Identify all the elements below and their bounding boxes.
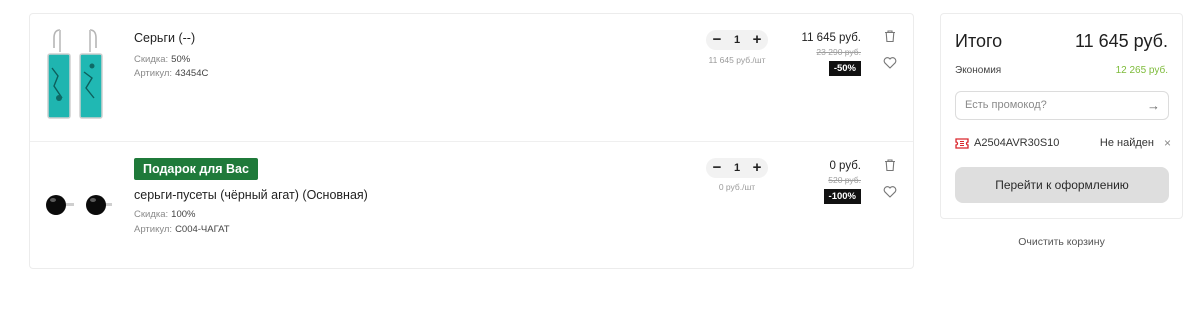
close-icon[interactable]: × bbox=[1164, 136, 1171, 150]
savings-label: Экономия bbox=[955, 65, 1002, 76]
old-price: 23 290 руб. bbox=[816, 47, 861, 57]
increase-button[interactable]: + bbox=[751, 160, 763, 175]
summary-total: 11 645 руб. bbox=[1074, 31, 1168, 51]
increase-button[interactable]: + bbox=[751, 32, 763, 47]
current-price: 0 руб. bbox=[829, 160, 861, 172]
discount-label: Скидка: bbox=[134, 54, 169, 65]
ticket-icon bbox=[955, 138, 969, 149]
promo-code-status: Не найден bbox=[1099, 137, 1154, 149]
quantity-value: 1 bbox=[733, 34, 741, 46]
cart-item: Подарок для Вас серьги-пусеты (чёрный аг… bbox=[30, 142, 913, 269]
discount-value: 100% bbox=[171, 209, 196, 220]
heart-icon[interactable] bbox=[883, 56, 897, 70]
decrease-button[interactable]: − bbox=[711, 160, 723, 175]
article-value: 43454С bbox=[175, 68, 209, 79]
quantity-stepper: − 1 + bbox=[706, 158, 768, 178]
promo-field: → bbox=[955, 91, 1169, 120]
checkout-button[interactable]: Перейти к оформлению bbox=[955, 167, 1169, 203]
gift-badge: Подарок для Вас bbox=[134, 158, 258, 180]
promo-code-text: A2504AVR30S10 bbox=[974, 137, 1060, 149]
product-discount: Скидка: 50% bbox=[134, 54, 190, 65]
turquoise-earrings-image[interactable] bbox=[44, 28, 106, 124]
cart-item: Серьги (--) Скидка: 50% Артикул: 43454С − … bbox=[30, 14, 913, 142]
trash-icon[interactable] bbox=[883, 158, 897, 172]
heart-icon[interactable] bbox=[883, 185, 897, 199]
clear-cart-link[interactable]: Очистить корзину bbox=[940, 236, 1183, 248]
product-discount: Скидка: 100% bbox=[134, 209, 195, 220]
discount-label: Скидка: bbox=[134, 209, 169, 220]
unit-price: 0 руб./шт bbox=[718, 182, 756, 192]
old-price: 520 руб. bbox=[828, 175, 861, 185]
discount-badge: -50% bbox=[828, 61, 861, 76]
unit-price: 11 645 руб./шт bbox=[708, 55, 766, 65]
savings-value: 12 265 руб. bbox=[1115, 65, 1168, 76]
quantity-value: 1 bbox=[733, 162, 741, 174]
product-name[interactable]: Серьги (--) bbox=[134, 31, 195, 45]
price-block: 0 руб. 520 руб. -100% bbox=[823, 159, 861, 204]
product-article: Артикул: С004-ЧАГАТ bbox=[134, 224, 230, 235]
article-value: С004-ЧАГАТ bbox=[175, 224, 230, 235]
applied-promo-code: A2504AVR30S10 Не найден × bbox=[955, 136, 1171, 151]
article-label: Артикул: bbox=[134, 224, 173, 235]
promo-input[interactable] bbox=[965, 99, 1135, 111]
article-label: Артикул: bbox=[134, 68, 173, 79]
current-price: 11 645 руб. bbox=[801, 32, 861, 44]
quantity-stepper: − 1 + bbox=[706, 30, 768, 50]
product-article: Артикул: 43454С bbox=[134, 68, 208, 79]
price-block: 11 645 руб. 23 290 руб. -50% bbox=[802, 31, 861, 76]
summary-title: Итого bbox=[955, 31, 1003, 51]
discount-value: 50% bbox=[171, 54, 191, 65]
decrease-button[interactable]: − bbox=[711, 32, 723, 47]
discount-badge: -100% bbox=[823, 189, 861, 204]
arrow-right-icon[interactable]: → bbox=[1147, 98, 1160, 113]
trash-icon[interactable] bbox=[883, 29, 897, 43]
product-name[interactable]: серьги-пусеты (чёрный агат) (Основная) bbox=[134, 188, 368, 202]
order-summary: Итого 11 645 руб. Экономия 12 265 руб. →… bbox=[940, 13, 1183, 219]
cart-items-list: Серьги (--) Скидка: 50% Артикул: 43454С − … bbox=[29, 13, 914, 269]
black-agate-stud-earrings-image[interactable] bbox=[44, 186, 120, 226]
